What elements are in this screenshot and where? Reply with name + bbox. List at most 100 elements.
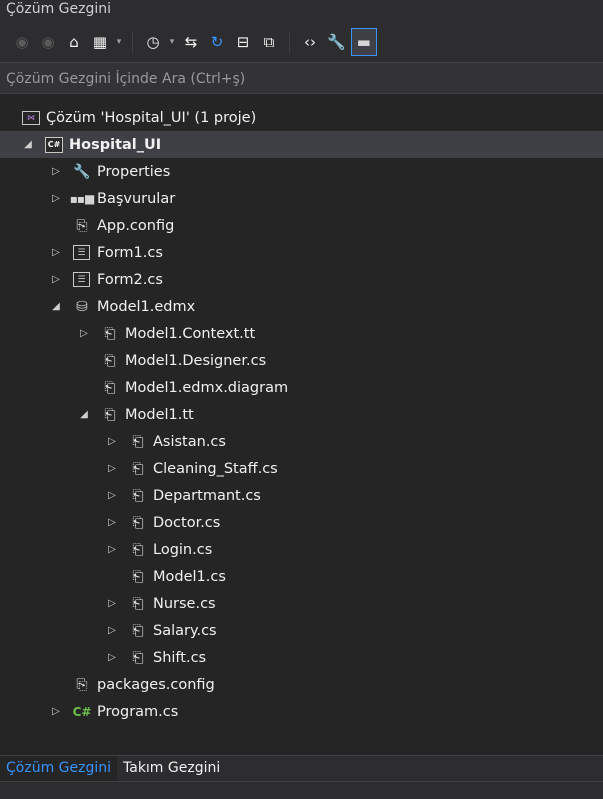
wrench-icon: 🔧 [73,163,91,180]
tt-file-icon: ⎗ [104,352,116,369]
clock-filter-icon: ◷ [146,33,160,51]
expand-arrow-icon[interactable]: ▷ [50,274,62,286]
config-file-icon: ⎘ [76,676,88,693]
tree-item[interactable]: ▷ 🔧 Properties [0,158,603,185]
expand-arrow-icon[interactable]: ▷ [106,598,118,610]
tree-item[interactable]: ◢ C# Hospital_UI [0,131,603,158]
pending-changes-dropdown[interactable]: ▾ [167,29,177,55]
tree-item[interactable]: ▷ ☰ Form2.cs [0,266,603,293]
window-title: Çözüm Gezgini [0,0,603,22]
tree-item-label: Shift.cs [153,649,207,666]
tree-item[interactable]: ⎗ Model1.Designer.cs [0,347,603,374]
tree-item-label: Salary.cs [153,622,217,639]
expand-arrow-icon[interactable]: ▷ [106,625,118,637]
cs-file-icon: ⎗ [132,622,144,639]
status-strip [0,781,603,799]
expand-arrow-icon[interactable]: ▷ [50,706,62,718]
chevron-down-icon: ▾ [169,37,175,47]
collapse-all-button[interactable]: ⊟ [231,29,255,55]
switch-views-dropdown[interactable]: ▾ [114,29,124,55]
tree-item[interactable]: ⎘ App.config [0,212,603,239]
tree-item[interactable]: ▷ ⎗ Shift.cs [0,644,603,671]
config-file-icon: ⎘ [76,217,88,234]
expand-arrow-icon[interactable]: ▷ [106,652,118,664]
sync-with-active-document-button[interactable]: ⇆ [179,29,203,55]
tab-solution-explorer[interactable]: Çözüm Gezgini [0,756,117,782]
toolbar-separator [132,31,133,53]
expand-arrow-icon[interactable]: ▷ [78,328,90,340]
tree-item[interactable]: ⎗ Model1.edmx.diagram [0,374,603,401]
expand-arrow-icon[interactable]: ▷ [106,517,118,529]
tt-file-icon: ⎗ [104,325,116,342]
tree-item[interactable]: ▷ ⎗ Nurse.cs [0,590,603,617]
tree-item-label: Departmant.cs [153,487,261,504]
tree-item[interactable]: ▷ ⎗ Salary.cs [0,617,603,644]
tree-item[interactable]: ▷ ▪▪■ Başvurular [0,185,603,212]
view-code-button[interactable]: ‹› [298,29,322,55]
tree-item[interactable]: ⎗ Model1.cs [0,563,603,590]
cs-file-icon: ⎗ [132,568,144,585]
preview-icon: ▬ [356,33,371,51]
expand-arrow-icon[interactable]: ▷ [50,166,62,178]
back-button[interactable]: ◉ [10,29,34,55]
cs-file-icon: ⎗ [132,433,144,450]
expand-arrow-icon[interactable]: ▷ [106,436,118,448]
tree-item-label: Nurse.cs [153,595,216,612]
form-icon: ☰ [73,245,90,260]
tree-item[interactable]: ⎘ packages.config [0,671,603,698]
chevron-down-icon: ▾ [116,37,122,47]
expand-arrow-icon[interactable]: ▷ [50,193,62,205]
properties-button[interactable]: 🔧 [324,29,349,55]
search-input[interactable]: Çözüm Gezgini İçinde Ara (Ctrl+ş) [0,62,603,94]
csharp-project-icon: C# [45,136,63,153]
collapse-arrow-icon[interactable]: ◢ [50,301,62,313]
tree-item-label: Asistan.cs [153,433,226,450]
cs-file-icon: ⎗ [132,595,144,612]
tool-window-tabs: Çözüm Gezgini Takım Gezgini [0,755,603,782]
expand-arrow-icon[interactable]: ▷ [50,247,62,259]
pending-changes-filter-button[interactable]: ◷ [141,29,165,55]
switch-views-icon: ▦ [92,33,108,51]
tree-item-label: Model1.edmx [97,298,196,315]
cs-file-icon: ⎗ [132,649,144,666]
tree-item[interactable]: ▷ ⎗ Login.cs [0,536,603,563]
edmx-model-icon: ⛁ [76,298,88,315]
references-icon: ▪▪■ [69,191,96,206]
refresh-button[interactable]: ↻ [205,29,229,55]
tree-item-label: Model1.cs [153,568,226,585]
tree-item[interactable]: ▷ ⎗ Cleaning_Staff.cs [0,455,603,482]
tree-item[interactable]: ▷ ⎗ Doctor.cs [0,509,603,536]
tree-item[interactable]: ▷ ☰ Form1.cs [0,239,603,266]
forward-button[interactable]: ◉ [36,29,60,55]
csharp-file-icon: C# [72,704,92,719]
cs-file-icon: ⎗ [132,487,144,504]
collapse-all-icon: ⊟ [236,33,250,51]
tt-file-icon: ⎗ [104,379,116,396]
tree-item[interactable]: ▷ C# Program.cs [0,698,603,725]
solution-explorer-toolbar: ◉ ◉ ⌂ ▦ ▾ ◷ ▾ ⇆ ↻ ⊟ ⧉ ‹› 🔧 ▬ [0,22,603,62]
expand-arrow-icon[interactable]: ▷ [106,490,118,502]
home-button[interactable]: ⌂ [62,29,86,55]
tree-item[interactable]: ◢ ⛁ Model1.edmx [0,293,603,320]
tree-item-label: Model1.Context.tt [125,325,256,342]
solution-tree: ⋈ Çözüm 'Hospital_UI' (1 proje) ◢ C# Hospita… [0,104,603,725]
switch-views-button[interactable]: ▦ [88,29,112,55]
expand-arrow-icon[interactable]: ▷ [106,463,118,475]
expand-arrow-icon[interactable]: ▷ [106,544,118,556]
forward-circle-icon: ◉ [41,33,55,51]
show-all-files-button[interactable]: ⧉ [257,29,281,55]
tree-item[interactable]: ⋈ Çözüm 'Hospital_UI' (1 proje) [0,104,603,131]
preview-selected-items-button[interactable]: ▬ [350,28,377,56]
tree-item[interactable]: ▷ ⎗ Departmant.cs [0,482,603,509]
tree-item-label: Login.cs [153,541,213,558]
tree-item[interactable]: ▷ ⎗ Model1.Context.tt [0,320,603,347]
back-circle-icon: ◉ [15,33,29,51]
collapse-arrow-icon[interactable]: ◢ [78,409,90,421]
tree-item-label: Form2.cs [97,271,163,288]
collapse-arrow-icon[interactable]: ◢ [22,139,34,151]
tree-item-label: Model1.edmx.diagram [125,379,289,396]
tree-item[interactable]: ▷ ⎗ Asistan.cs [0,428,603,455]
tab-team-explorer[interactable]: Takım Gezgini [117,756,226,782]
tree-item[interactable]: ◢ ⎗ Model1.tt [0,401,603,428]
sync-arrows-icon: ⇆ [184,33,198,51]
